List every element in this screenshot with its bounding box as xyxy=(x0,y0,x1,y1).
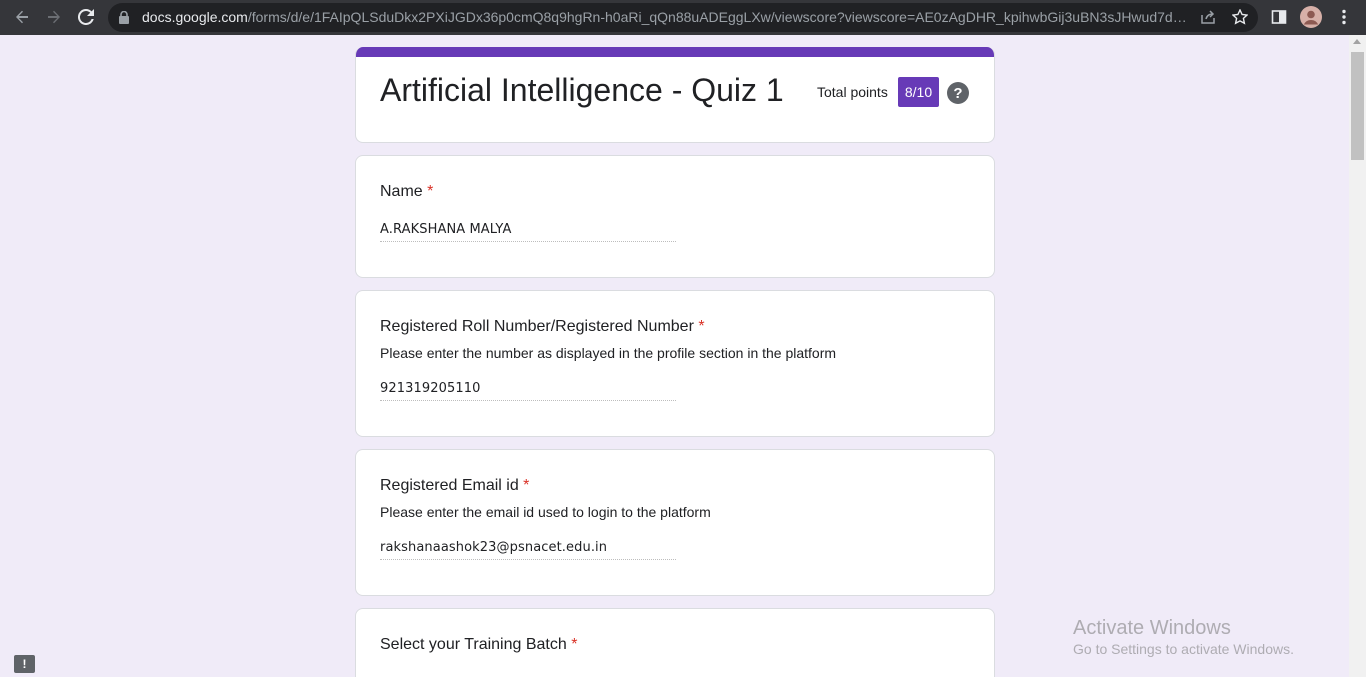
browser-menu-button[interactable] xyxy=(1333,6,1355,28)
form-title: Artificial Intelligence - Quiz 1 xyxy=(380,72,784,108)
reload-button[interactable] xyxy=(74,5,98,29)
question-title-text: Select your Training Batch xyxy=(380,636,567,653)
question-card-email: Registered Email id * Please enter the e… xyxy=(355,449,995,596)
answer-text: 921319205110 xyxy=(380,381,676,401)
form-header-card: Artificial Intelligence - Quiz 1 Total p… xyxy=(355,47,995,143)
accent-bar xyxy=(356,47,994,57)
url-text: docs.google.com/forms/d/e/1FAIpQLSduDkx2… xyxy=(142,9,1187,25)
lock-icon xyxy=(119,11,129,24)
question-title-text: Registered Roll Number/Registered Number xyxy=(380,318,694,335)
required-asterisk: * xyxy=(571,636,578,653)
arrow-left-icon xyxy=(16,10,28,24)
report-feedback-icon[interactable]: ! xyxy=(14,655,35,673)
share-button[interactable] xyxy=(1197,6,1219,28)
arrow-right-icon xyxy=(48,10,60,24)
question-title: Registered Email id * xyxy=(380,477,529,495)
back-button[interactable] xyxy=(10,5,34,29)
activate-windows-title: Activate Windows xyxy=(1073,617,1231,639)
url-path: /forms/d/e/1FAIpQLSduDkx2PXiJGDx36p0cmQ8… xyxy=(247,9,1187,25)
forward-button[interactable] xyxy=(42,5,66,29)
question-description: Please enter the email id used to login … xyxy=(380,504,711,520)
question-title: Registered Roll Number/Registered Number… xyxy=(380,318,705,336)
more-vert-icon xyxy=(1342,9,1346,25)
help-icon[interactable]: ? xyxy=(947,82,969,104)
side-panel-icon xyxy=(1271,10,1287,24)
answer-text: A.RAKSHANA MALYA xyxy=(380,222,676,242)
reload-icon xyxy=(78,9,94,25)
question-card-roll-number: Registered Roll Number/Registered Number… xyxy=(355,290,995,437)
question-title: Name * xyxy=(380,183,433,201)
required-asterisk: * xyxy=(523,477,530,494)
star-icon xyxy=(1232,9,1248,25)
required-asterisk: * xyxy=(427,183,434,200)
scrollbar-thumb[interactable] xyxy=(1351,52,1364,160)
share-icon xyxy=(1201,10,1215,24)
question-card-training-batch: Select your Training Batch * xyxy=(355,608,995,677)
question-title-text: Registered Email id xyxy=(380,477,524,494)
required-asterisk: * xyxy=(698,318,705,335)
scroll-up-arrow-icon[interactable] xyxy=(1353,39,1361,44)
browser-toolbar: docs.google.com/forms/d/e/1FAIpQLSduDkx2… xyxy=(0,0,1366,35)
question-title-text: Name xyxy=(380,183,423,200)
question-description: Please enter the number as displayed in … xyxy=(380,345,837,361)
score-badge: 8/10 xyxy=(898,77,939,107)
answer-text: rakshanaashok23@psnacet.edu.in xyxy=(380,540,676,560)
avatar-icon xyxy=(1300,6,1322,28)
side-panel-button[interactable] xyxy=(1268,6,1290,28)
question-card-name: Name * A.RAKSHANA MALYA xyxy=(355,155,995,278)
url-host: docs.google.com xyxy=(142,9,248,25)
total-points-label: Total points xyxy=(817,84,888,100)
bookmark-button[interactable] xyxy=(1229,6,1251,28)
profile-button[interactable] xyxy=(1300,6,1322,28)
question-title: Select your Training Batch * xyxy=(380,636,577,654)
activate-windows-subtitle: Go to Settings to activate Windows. xyxy=(1073,641,1294,657)
